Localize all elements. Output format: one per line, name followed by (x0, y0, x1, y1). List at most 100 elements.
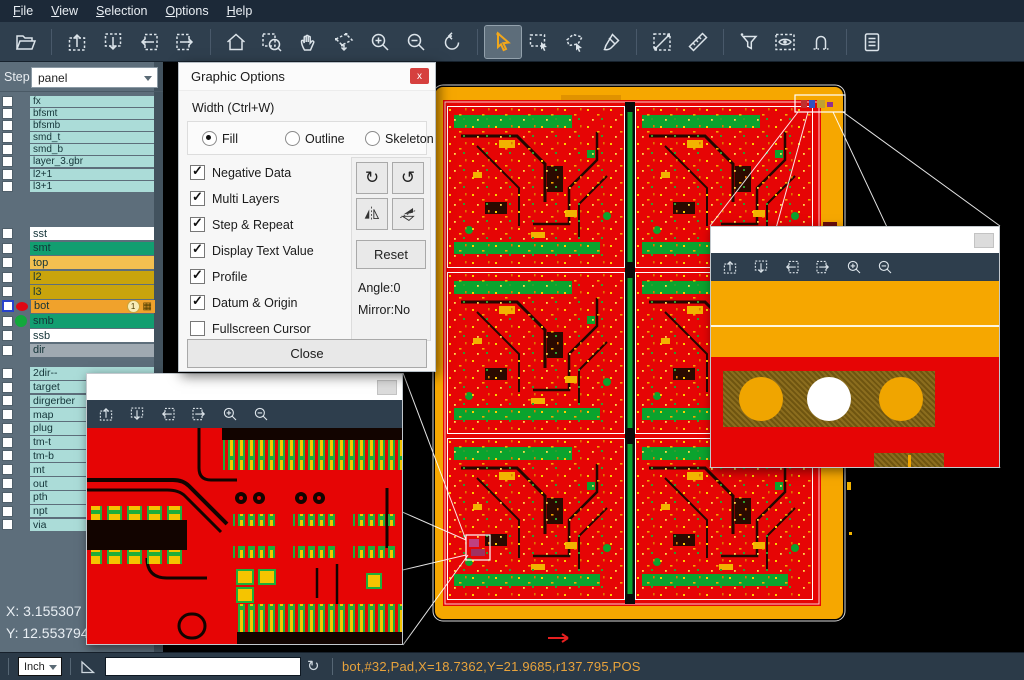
tool-select-polygon[interactable] (557, 26, 593, 58)
layer-visibility-checkbox[interactable] (2, 169, 13, 180)
tool-zoom-window[interactable] (254, 26, 290, 58)
radio-outline[interactable]: Outline (285, 131, 345, 146)
tool-select[interactable] (485, 26, 521, 58)
tool-report[interactable] (854, 26, 890, 58)
layer-row-sst[interactable]: sst (0, 227, 163, 240)
arrow-left-box-icon[interactable] (783, 258, 801, 276)
layer-row-layer3gbr[interactable]: layer_3.gbr (0, 156, 163, 167)
layer-visibility-checkbox[interactable] (2, 257, 13, 268)
tool-open-file[interactable] (8, 26, 44, 58)
mirror-horizontal-button[interactable] (356, 198, 388, 230)
layer-visibility-checkbox[interactable] (2, 423, 13, 434)
tool-zoom-out[interactable] (398, 26, 434, 58)
close-button[interactable]: Close (187, 339, 427, 368)
layer-visibility-checkbox[interactable] (2, 437, 13, 448)
tool-zoom-object[interactable] (326, 26, 362, 58)
layer-row-smd_b[interactable]: smd_b (0, 144, 163, 155)
layer-visibility-checkbox[interactable] (2, 464, 13, 475)
zoom-out-icon[interactable] (252, 405, 270, 423)
tool-highlight-brush[interactable] (593, 26, 629, 58)
checkbox-multi-layers[interactable]: Multi Layers (190, 191, 279, 206)
radio-skeleton[interactable]: Skeleton (365, 131, 434, 146)
layer-visibility-checkbox[interactable] (2, 144, 13, 155)
layer-visibility-checkbox[interactable] (2, 506, 13, 517)
rotate-cw-button[interactable]: ↻ (356, 162, 388, 194)
zoom-out-icon[interactable] (876, 258, 894, 276)
layer-visibility-checkbox[interactable] (2, 395, 13, 406)
layer-row-dir[interactable]: dir (0, 344, 163, 357)
grid-icon[interactable]: ▦ (143, 301, 152, 312)
rotate-ccw-button[interactable]: ↺ (392, 162, 424, 194)
popup-window-button[interactable] (377, 380, 397, 395)
checkbox-profile[interactable]: Profile (190, 269, 247, 284)
checkbox-display-text-value[interactable]: Display Text Value (190, 243, 314, 258)
layer-visibility-checkbox[interactable] (2, 243, 13, 254)
layer-visibility-checkbox[interactable] (2, 368, 13, 379)
layer-row-smd_t[interactable]: smd_t (0, 132, 163, 143)
arrow-up-box-icon[interactable] (97, 405, 115, 423)
checkbox-fullscreen-cursor[interactable]: Fullscreen Cursor (190, 321, 311, 336)
mirror-vertical-button[interactable] (392, 198, 424, 230)
layer-row-smb[interactable]: smb (0, 314, 163, 327)
layer-visibility-checkbox[interactable] (2, 108, 13, 119)
zoom-in-icon[interactable] (221, 405, 239, 423)
layer-visibility-checkbox[interactable] (2, 330, 13, 341)
layer-visibility-checkbox[interactable] (2, 382, 13, 393)
layer-visibility-checkbox[interactable] (2, 300, 14, 312)
checkbox-datum-origin[interactable]: Datum & Origin (190, 295, 297, 310)
layer-row-top[interactable]: top (0, 256, 163, 269)
layer-visibility-checkbox[interactable] (2, 96, 13, 107)
layer-visibility-checkbox[interactable] (2, 409, 13, 420)
layer-row-l3plus1[interactable]: l3+1 (0, 181, 163, 192)
popup-zoom-view[interactable] (87, 428, 402, 644)
layer-visibility-checkbox[interactable] (2, 478, 13, 489)
layer-row-l2[interactable]: l2 (0, 271, 163, 284)
menu-options[interactable]: Options (156, 1, 217, 21)
layer-visibility-checkbox[interactable] (2, 519, 13, 530)
layer-visibility-checkbox[interactable] (2, 228, 13, 239)
tool-measure-ruler[interactable] (680, 26, 716, 58)
menu-file[interactable]: File (4, 1, 42, 21)
layer-visibility-checkbox[interactable] (2, 120, 13, 131)
menu-help[interactable]: Help (218, 1, 262, 21)
tool-import-down[interactable] (95, 26, 131, 58)
layer-row-l2plus1[interactable]: l2+1 (0, 169, 163, 180)
tool-filter[interactable] (731, 26, 767, 58)
tool-select-window[interactable] (521, 26, 557, 58)
tool-view-options[interactable] (767, 26, 803, 58)
arrow-down-box-icon[interactable] (752, 258, 770, 276)
layer-row-ssb[interactable]: ssb (0, 329, 163, 342)
zoom-in-icon[interactable] (845, 258, 863, 276)
layer-visibility-checkbox[interactable] (2, 272, 13, 283)
refresh-icon[interactable]: ↻ (307, 657, 320, 675)
arrow-right-box-icon[interactable] (814, 258, 832, 276)
angle-mode-icon[interactable] (80, 659, 96, 675)
menu-selection[interactable]: Selection (87, 1, 156, 21)
radio-fill[interactable]: Fill (202, 131, 238, 146)
layer-row-fx[interactable]: fx (0, 96, 163, 107)
tool-measure-points[interactable] (644, 26, 680, 58)
arrow-up-box-icon[interactable] (721, 258, 739, 276)
tool-pan[interactable] (290, 26, 326, 58)
popup-title-bar[interactable] (87, 374, 402, 400)
tool-import-left[interactable] (131, 26, 167, 58)
layer-visibility-checkbox[interactable] (2, 450, 13, 461)
layer-row-l3[interactable]: l3 (0, 285, 163, 298)
layer-visibility-checkbox[interactable] (2, 345, 13, 356)
layer-visibility-checkbox[interactable] (2, 156, 13, 167)
tool-import-up[interactable] (59, 26, 95, 58)
tool-home-view[interactable] (218, 26, 254, 58)
layer-visibility-checkbox[interactable] (2, 181, 13, 192)
unit-select[interactable]: Inch (18, 657, 62, 676)
layer-row-smt[interactable]: smt (0, 242, 163, 255)
reset-button[interactable]: Reset (356, 240, 426, 269)
layer-visibility-checkbox[interactable] (2, 316, 13, 327)
layer-visibility-checkbox[interactable] (2, 492, 13, 503)
layer-row-bot-active[interactable]: bot 1 ▦ (0, 300, 163, 313)
menu-view[interactable]: View (42, 1, 87, 21)
layer-visibility-checkbox[interactable] (2, 132, 13, 143)
tool-snap[interactable] (803, 26, 839, 58)
layer-visibility-checkbox[interactable] (2, 286, 13, 297)
arrow-left-box-icon[interactable] (159, 405, 177, 423)
dialog-close-icon[interactable]: x (410, 68, 429, 84)
